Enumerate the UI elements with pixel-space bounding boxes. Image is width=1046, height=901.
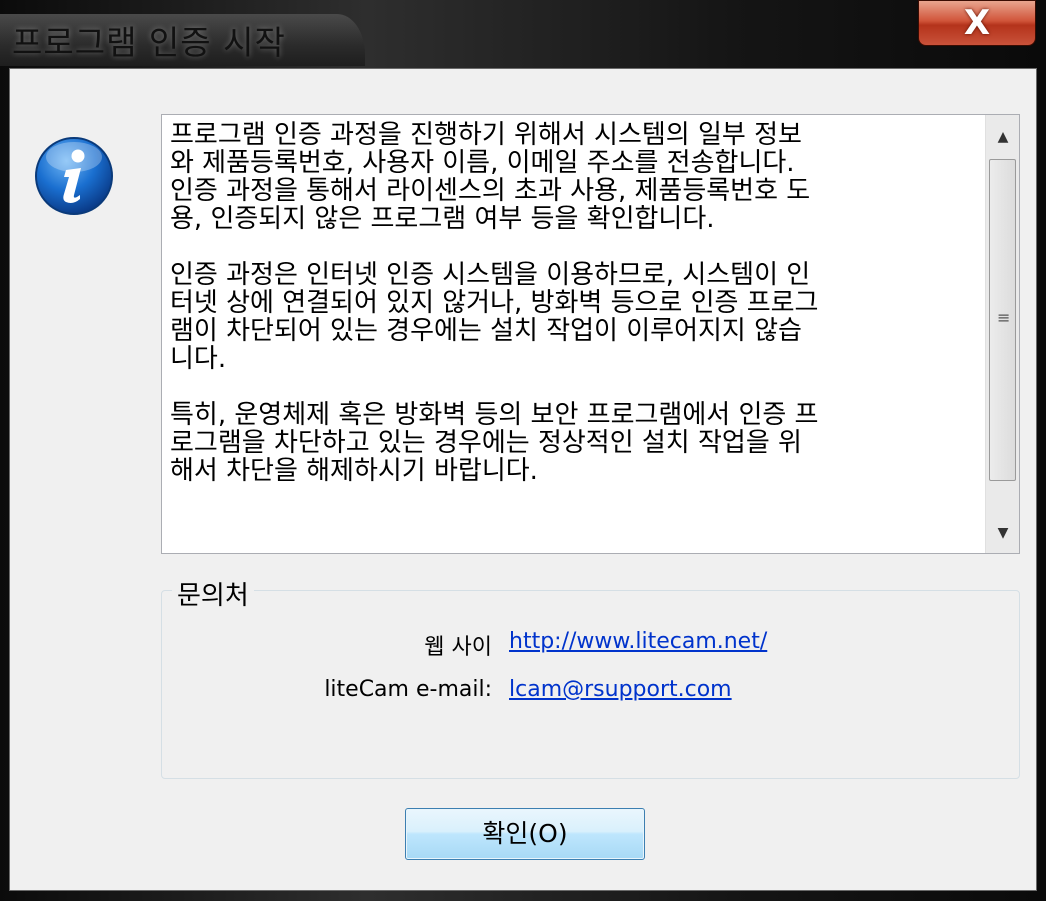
website-link[interactable]: http://www.litecam.net/ xyxy=(509,629,767,654)
scroll-up-icon[interactable]: ▲ xyxy=(986,119,1020,155)
dialog-window: 프로그램 인증 시작 X 프로그램 인증 과정을 진행하기 위해서 시스템의 일… xyxy=(0,0,1046,901)
grip-icon: ≡ xyxy=(997,308,1011,327)
close-button[interactable]: X xyxy=(918,0,1036,46)
website-label: 웹 사이 xyxy=(424,635,492,660)
dialog-body: 프로그램 인증 과정을 진행하기 위해서 시스템의 일부 정보 와 제품등록번호… xyxy=(9,68,1037,891)
license-message-textbox[interactable]: 프로그램 인증 과정을 진행하기 위해서 시스템의 일부 정보 와 제품등록번호… xyxy=(161,114,1020,554)
scroll-down-icon[interactable]: ▼ xyxy=(986,515,1020,551)
contact-group-legend: 문의처 xyxy=(172,575,254,612)
contact-group: 문의처 웹 사이 http://www.litecam.net/ liteCam… xyxy=(161,575,1020,779)
email-label: liteCam e-mail: xyxy=(324,677,492,702)
email-link[interactable]: lcam@rsupport.com xyxy=(509,677,732,702)
scroll-thumb[interactable]: ≡ xyxy=(989,159,1016,481)
window-title: 프로그램 인증 시작 xyxy=(12,23,286,62)
close-icon: X xyxy=(963,3,991,43)
ok-button[interactable]: 확인(O) xyxy=(405,808,645,860)
title-bar[interactable]: 프로그램 인증 시작 X xyxy=(0,0,1046,68)
info-icon xyxy=(35,137,113,215)
vertical-scrollbar[interactable]: ▲ ≡ ▼ xyxy=(985,115,1019,553)
license-message-text: 프로그램 인증 과정을 진행하기 위해서 시스템의 일부 정보 와 제품등록번호… xyxy=(170,120,819,486)
